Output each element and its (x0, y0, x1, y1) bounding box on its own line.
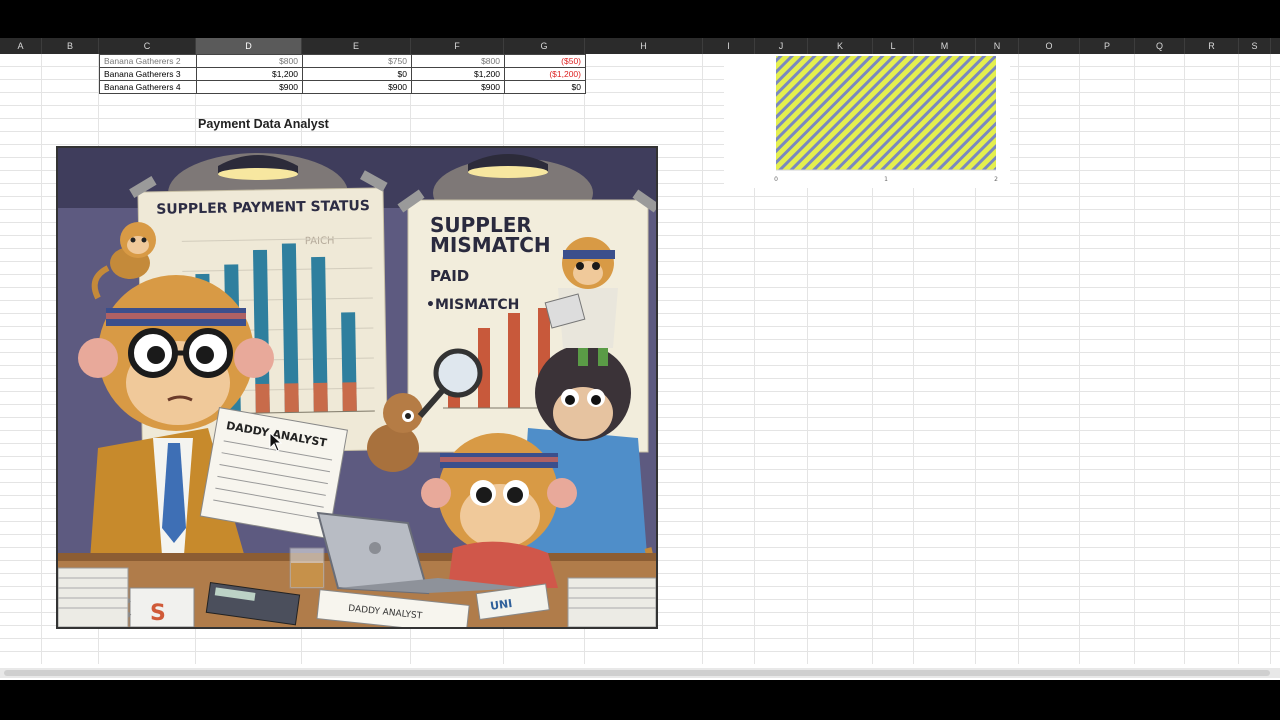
horizontal-scrollbar[interactable] (0, 668, 1280, 678)
cell-f[interactable]: $800 (411, 54, 505, 68)
svg-text:PAICH: PAICH (305, 236, 335, 248)
cell-g[interactable]: $0 (504, 80, 586, 94)
mug-icon: S (122, 587, 195, 627)
cell-e[interactable]: $750 (302, 54, 412, 68)
cell-g[interactable]: ($50) (504, 54, 586, 68)
cell-d[interactable]: $1,200 (196, 67, 303, 81)
column-header-q[interactable]: Q (1135, 38, 1185, 54)
svg-text:PAID: PAID (430, 267, 469, 285)
x-tick-0: 0 (774, 176, 778, 183)
scrollbar-thumb[interactable] (4, 670, 1270, 676)
cell-f[interactable]: $900 (411, 80, 505, 94)
cell-f[interactable]: $1,200 (411, 67, 505, 81)
cell-e[interactable]: $900 (302, 80, 412, 94)
column-header-p[interactable]: P (1080, 38, 1135, 54)
row-name-cell[interactable]: Banana Gatherers 4 (99, 80, 197, 94)
cell-d[interactable]: $800 (196, 54, 303, 68)
spreadsheet-area[interactable]: ABCDEFGHIJKLMNOPQRS Banana Gatherers 2 $8… (0, 38, 1280, 680)
column-header-e[interactable]: E (302, 38, 411, 54)
column-header-o[interactable]: O (1019, 38, 1080, 54)
column-header-s[interactable]: S (1239, 38, 1271, 54)
illustration-title: Payment Data Analyst (198, 117, 329, 131)
column-header-i[interactable]: I (703, 38, 755, 54)
payment-table: Banana Gatherers 2 $800 $750 $800 ($50) Banan… (99, 54, 586, 94)
svg-text:MISMATCH: MISMATCH (430, 233, 551, 257)
monkey-analyst-illustration[interactable]: SUPPLER PAYMENT STATUS PAICH SUPPLER MIS… (56, 146, 658, 629)
paper-stack-left (58, 567, 129, 627)
mouse-cursor-icon (269, 432, 283, 452)
x-tick-2: 2 (994, 176, 998, 183)
mini-chart[interactable]: 0 1 2 (724, 54, 1010, 188)
x-tick-1: 1 (884, 176, 888, 183)
paper-stack-right (567, 577, 656, 627)
svg-text:S: S (150, 601, 166, 626)
glass-icon (289, 547, 325, 589)
column-header-n[interactable]: N (976, 38, 1019, 54)
column-header-m[interactable]: M (914, 38, 976, 54)
table-row[interactable]: Banana Gatherers 2 $800 $750 $800 ($50) (99, 54, 586, 68)
column-header-g[interactable]: G (504, 38, 585, 54)
top-black-bar (0, 0, 1280, 38)
row-name-cell[interactable]: Banana Gatherers 2 (99, 54, 197, 68)
column-header-f[interactable]: F (411, 38, 504, 54)
row-name-cell[interactable]: Banana Gatherers 3 (99, 67, 197, 81)
cell-e[interactable]: $0 (302, 67, 412, 81)
chart-plot-area (776, 56, 996, 170)
svg-text:•MISMATCH: •MISMATCH (426, 297, 519, 313)
column-header-d[interactable]: D (196, 38, 302, 54)
column-header-a[interactable]: A (0, 38, 42, 54)
column-header-l[interactable]: L (873, 38, 914, 54)
cell-g[interactable]: ($1,200) (504, 67, 586, 81)
cell-d[interactable]: $900 (196, 80, 303, 94)
column-header-h[interactable]: H (585, 38, 703, 54)
column-header-c[interactable]: C (99, 38, 196, 54)
column-header-bar: ABCDEFGHIJKLMNOPQRS (0, 38, 1280, 54)
magnifier-icon (433, 348, 483, 398)
table-row[interactable]: Banana Gatherers 4 $900 $900 $900 $0 (99, 80, 586, 94)
column-header-r[interactable]: R (1185, 38, 1239, 54)
column-header-k[interactable]: K (808, 38, 873, 54)
column-header-j[interactable]: J (755, 38, 808, 54)
table-row[interactable]: Banana Gatherers 3 $1,200 $0 $1,200 ($1,200) (99, 67, 586, 81)
column-header-b[interactable]: B (42, 38, 99, 54)
bottom-black-bar (0, 680, 1280, 720)
